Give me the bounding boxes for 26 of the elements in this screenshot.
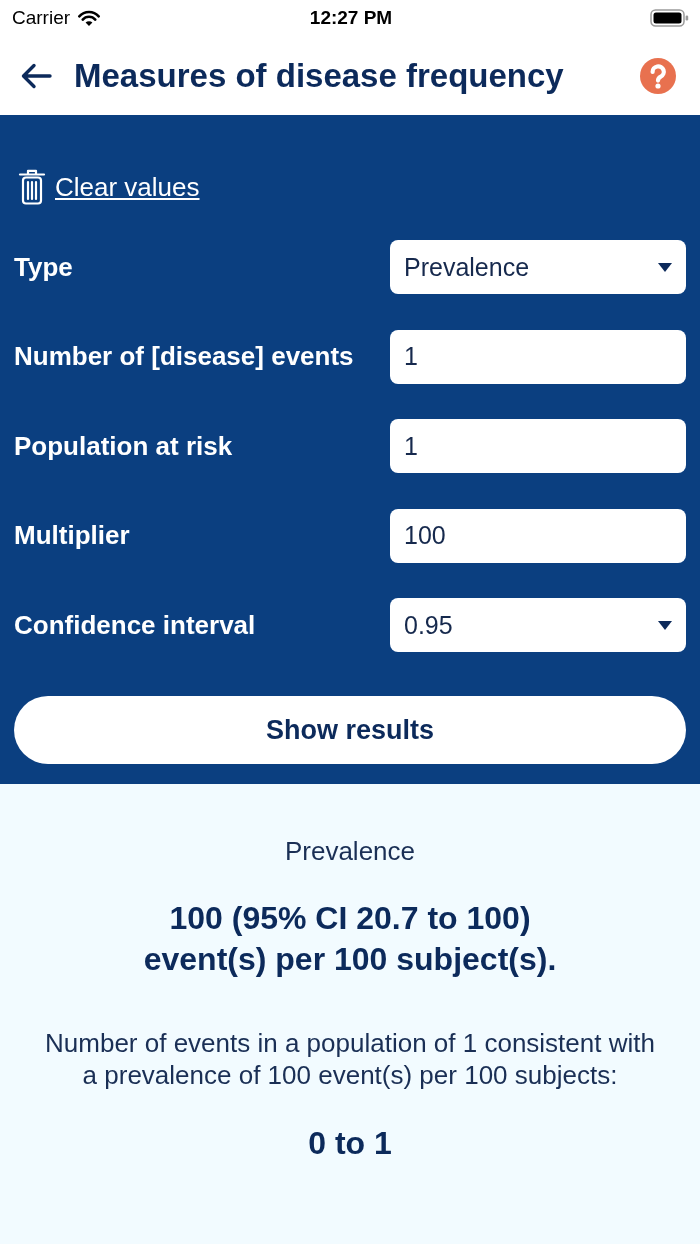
caret-icon <box>658 262 672 272</box>
result-description: Number of events in a population of 1 consistent with a prevalence of 100 event(s) per 100 subjects: <box>44 1027 656 1091</box>
back-arrow-icon[interactable] <box>20 61 52 90</box>
dropdown-field[interactable]: 0.95 <box>390 598 686 652</box>
clear-values-link[interactable]: Clear values <box>55 171 200 203</box>
carrier-text: Carrier <box>12 7 71 29</box>
help-icon[interactable] <box>640 57 676 94</box>
result-heading: Prevalence <box>284 836 416 866</box>
page-title: Measures of disease frequency <box>74 56 565 95</box>
result-range: 0 to 1 <box>308 1124 392 1163</box>
field-label: Number of [disease] events <box>14 341 355 372</box>
field-label: Population at risk <box>14 430 234 462</box>
input-field[interactable]: 100 <box>390 508 686 563</box>
field-label: Multiplier <box>14 520 131 551</box>
input-field[interactable]: 1 <box>390 329 686 384</box>
battery-icon <box>650 8 690 28</box>
field-label: Confidence interval <box>14 609 257 641</box>
dropdown-field[interactable]: Prevalence <box>390 240 686 294</box>
caret-icon <box>658 620 672 630</box>
trash-icon[interactable] <box>18 169 46 205</box>
show-results-button[interactable]: Show results <box>14 696 686 764</box>
field-label: Type <box>14 251 74 283</box>
wifi-icon <box>77 9 102 27</box>
time-text: 12:27 PM <box>309 7 393 29</box>
result-estimate: 100 (95% CI 20.7 to 100) event(s) per 100 subject(s). <box>142 899 558 979</box>
input-field[interactable]: 1 <box>390 419 686 473</box>
